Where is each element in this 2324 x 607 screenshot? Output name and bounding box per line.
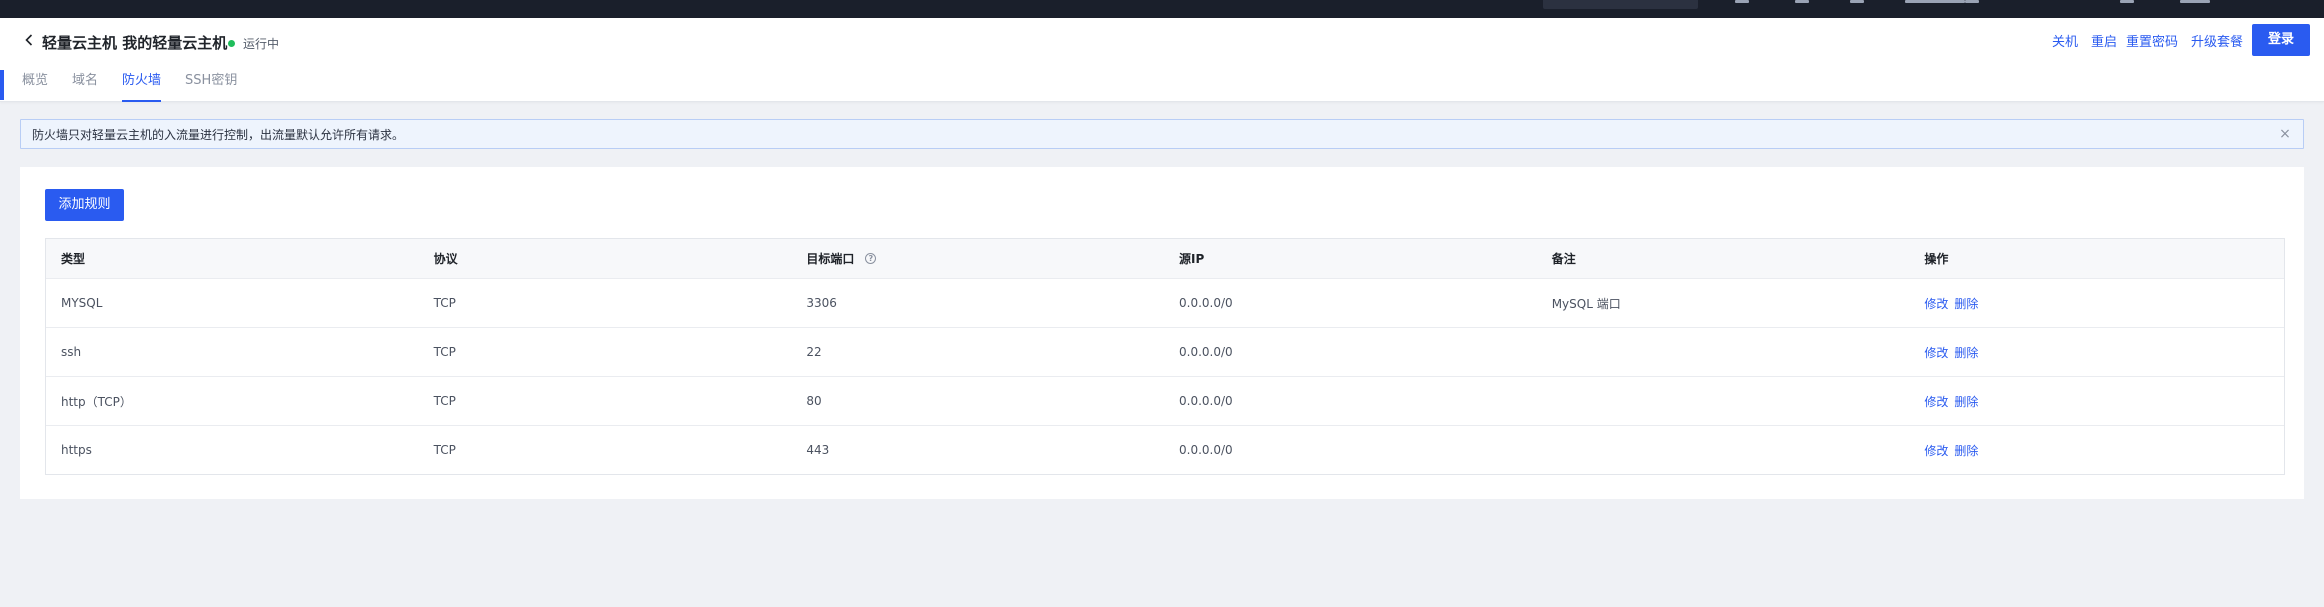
topbar-menu-icon[interactable] [2120,0,2134,3]
cell-protocol: TCP [433,345,456,359]
cell-actions: 修改 删除 [1909,295,2284,312]
firewall-rules-table: 类型 协议 目标端口 ? 源IP 备注 操作 MYSQL TCP 3306 0.… [45,238,2285,475]
delete-link[interactable]: 删除 [1954,442,1978,459]
console-topbar [0,0,2324,18]
table-row: MYSQL TCP 3306 0.0.0.0/0 MySQL 端口 修改 删除 [46,278,2284,327]
cell-type: https [61,443,92,457]
tab-overview[interactable]: 概览 [22,72,48,102]
topbar-menu-icon[interactable] [1795,0,1809,3]
cell-type: http（TCP） [61,394,132,409]
cell-port: 443 [806,443,830,457]
tab-bar: 概览 域名 防火墙 SSH密钥 [22,72,261,102]
edit-link[interactable]: 修改 [1924,393,1948,410]
edit-link[interactable]: 修改 [1924,344,1948,361]
cell-type: MYSQL [61,296,103,310]
banner-text: 防火墙只对轻量云主机的入流量进行控制，出流量默认允许所有请求。 [32,127,405,142]
shutdown-link[interactable]: 关机 [2052,31,2078,50]
status-text: 运行中 [243,37,280,51]
instance-header: 轻量云主机 我的轻量云主机 运行中 概览 域名 防火墙 SSH密钥 关机 重启 … [0,18,2324,102]
close-icon[interactable]: × [2277,126,2293,142]
login-button[interactable]: 登录 [2252,24,2310,56]
column-header-note: 备注 [1551,252,1576,266]
topbar-menu-icon[interactable] [1905,0,1965,3]
cell-source-ip: 0.0.0.0/0 [1179,394,1233,408]
table-header-row: 类型 协议 目标端口 ? 源IP 备注 操作 [46,239,2284,278]
cell-source-ip: 0.0.0.0/0 [1179,443,1233,457]
column-header-protocol: 协议 [433,252,458,266]
column-header-port: 目标端口 ? [791,250,1164,267]
column-header-actions: 操作 [1924,252,1949,266]
table-row: https TCP 443 0.0.0.0/0 修改 删除 [46,425,2284,474]
cell-actions: 修改 删除 [1909,344,2284,361]
cell-port: 80 [806,394,822,408]
cell-note: MySQL 端口 [1551,296,1621,311]
cell-source-ip: 0.0.0.0/0 [1179,296,1233,310]
column-header-port-label: 目标端口 [806,252,855,266]
edit-link[interactable]: 修改 [1924,295,1948,312]
reset-password-link[interactable]: 重置密码 [2126,31,2178,50]
header-actions: 关机 重启 重置密码 升级套餐 登录 [2052,24,2324,56]
delete-link[interactable]: 删除 [1954,344,1978,361]
table-row: http（TCP） TCP 80 0.0.0.0/0 修改 删除 [46,376,2284,425]
column-header-type: 类型 [61,252,86,266]
status-badge: 运行中 [228,35,279,52]
cell-port: 22 [806,345,822,359]
console-search-input[interactable] [1543,0,1698,9]
back-icon[interactable] [22,33,36,47]
restart-link[interactable]: 重启 [2091,31,2117,50]
cell-source-ip: 0.0.0.0/0 [1179,345,1233,359]
upgrade-link[interactable]: 升级套餐 [2191,31,2243,50]
cell-protocol: TCP [433,394,456,408]
sidebar-collapse-handle[interactable] [0,70,4,100]
topbar-menu-icon[interactable] [1965,0,1979,3]
topbar-menu-icon[interactable] [1850,0,1864,3]
page-title: 轻量云主机 我的轻量云主机 [42,34,228,52]
table-row: ssh TCP 22 0.0.0.0/0 修改 删除 [46,327,2284,376]
cell-type: ssh [61,345,82,359]
delete-link[interactable]: 删除 [1954,295,1978,312]
column-header-source-ip: 源IP [1179,252,1205,266]
cell-protocol: TCP [433,443,456,457]
tab-ssh-keys[interactable]: SSH密钥 [185,72,237,102]
help-icon[interactable]: ? [865,253,877,264]
topbar-account-icon[interactable] [2180,0,2210,3]
topbar-menu-icon[interactable] [1735,0,1749,3]
add-rule-button[interactable]: 添加规则 [45,189,124,221]
tab-firewall[interactable]: 防火墙 [122,72,162,102]
cell-port: 3306 [806,296,837,310]
firewall-card: 添加规则 类型 协议 目标端口 ? 源IP 备注 操作 MYSQL TCP 33… [20,167,2304,499]
cell-protocol: TCP [433,296,456,310]
cell-actions: 修改 删除 [1909,393,2284,410]
edit-link[interactable]: 修改 [1924,442,1948,459]
tab-domain[interactable]: 域名 [72,72,98,102]
cell-actions: 修改 删除 [1909,442,2284,459]
status-dot-icon [228,40,235,47]
info-banner: 防火墙只对轻量云主机的入流量进行控制，出流量默认允许所有请求。 × [20,119,2304,149]
delete-link[interactable]: 删除 [1954,393,1978,410]
